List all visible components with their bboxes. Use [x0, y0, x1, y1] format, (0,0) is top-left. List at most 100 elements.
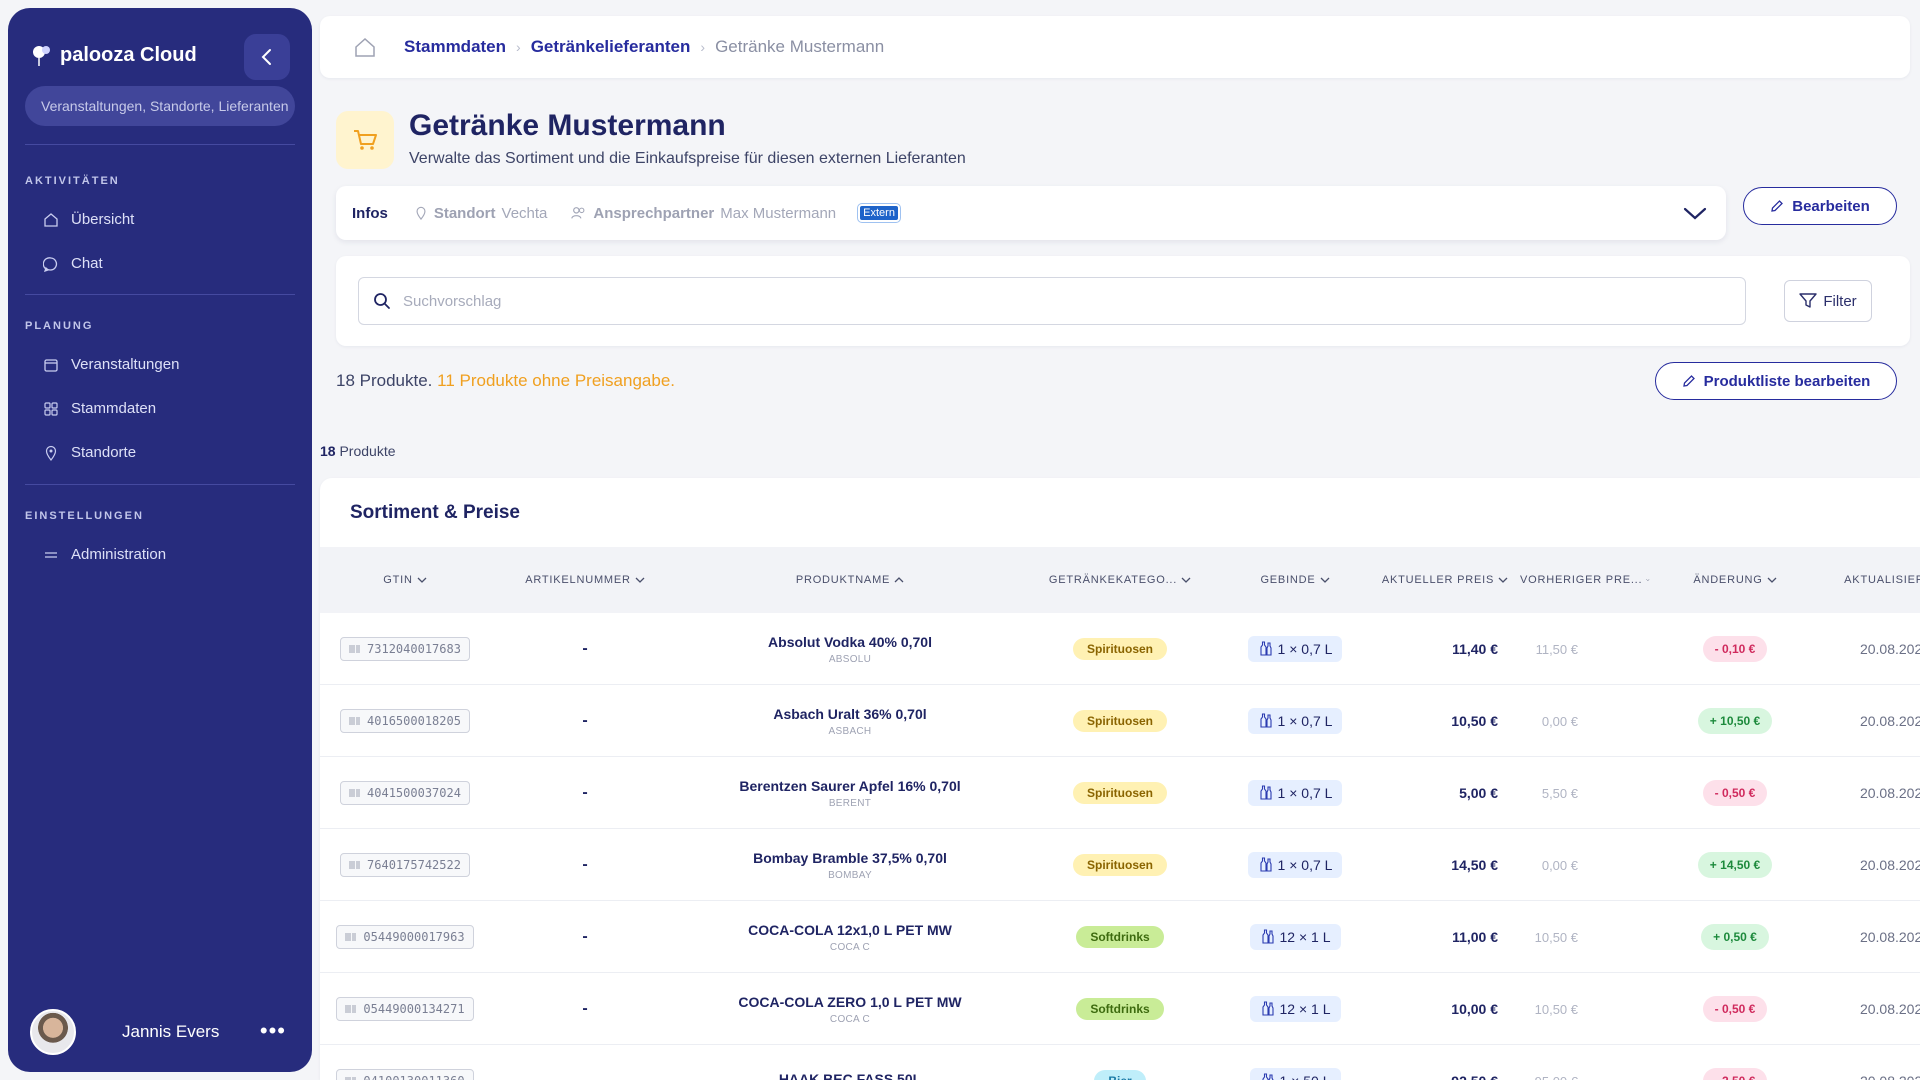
collapse-sidebar-button[interactable] [244, 34, 290, 80]
search-input[interactable] [403, 292, 1703, 310]
pencil-icon [1771, 200, 1784, 212]
edit-product-list-button[interactable]: Produktliste bearbeiten [1655, 362, 1897, 400]
chevron-right-icon: › [516, 39, 521, 55]
column-header[interactable]: PRODUKTNAME [680, 547, 1020, 613]
gtin-chip[interactable]: 4041500037024 [340, 781, 470, 805]
filter-button[interactable]: Filter [1784, 280, 1872, 322]
price-change-badge: - 0,50 € [1702, 780, 1768, 806]
table-row[interactable]: 7640175742522 - Bombay Bramble 37,5% 0,70l… [320, 829, 1920, 901]
table-cell: 20.08.2026 [1820, 901, 1920, 973]
current-price: 92,50 € [1451, 1073, 1498, 1080]
table-row[interactable]: 4041500037024 - Berentzen Saurer Apfel 16%… [320, 757, 1920, 829]
product-name: HAAK BEC FASS 50L [778, 1071, 922, 1080]
previous-price: 10,50 € [1534, 929, 1578, 945]
category-badge: Softdrinks [1076, 926, 1164, 948]
brand-logo[interactable]: palooza Cloud [32, 44, 197, 67]
table-product-count: 18 Produkte [320, 443, 396, 459]
table-cell: 05449000134271 [320, 973, 490, 1045]
sidebar-item-chat[interactable]: Chat [43, 255, 103, 272]
sidebar-item-veranstaltungen[interactable]: Veranstaltungen [43, 356, 179, 373]
table-row[interactable]: 05449000134271 - COCA-COLA ZERO 1,0 L PET … [320, 973, 1920, 1045]
sidebar-search-input[interactable]: Veranstaltungen, Standorte, Lieferanten [25, 86, 295, 126]
table-cell: 92,50 € [1370, 1045, 1520, 1080]
more-icon[interactable]: ••• [260, 1020, 286, 1042]
article-number: - [582, 640, 588, 657]
table-cell: 11,00 € [1370, 901, 1520, 973]
article-number: - [582, 928, 588, 945]
column-header[interactable]: ÄNDERUNG [1650, 547, 1820, 613]
bottles-icon [1259, 713, 1272, 728]
gtin-value: 05449000134271 [363, 1002, 465, 1016]
column-header[interactable]: GEBINDE [1220, 547, 1370, 613]
table-cell: 20.08.2026 [1820, 973, 1920, 1045]
sidebar-item-uebersicht[interactable]: Übersicht [43, 211, 134, 228]
table-cell: Asbach Uralt 36% 0,70l ASBACH [680, 685, 1020, 757]
gebinde-value: 1 × 0,7 L [1277, 713, 1333, 729]
current-price: 5,00 € [1459, 785, 1498, 801]
category-badge: Softdrinks [1076, 998, 1164, 1020]
table-cell: 5,00 € [1370, 757, 1520, 829]
edit-supplier-button[interactable]: Bearbeiten [1743, 187, 1897, 225]
table-cell: 95,00 € [1520, 1045, 1650, 1080]
table-cell: - [490, 829, 680, 901]
table-cell: Spirituosen [1020, 685, 1220, 757]
table-cell: 0,00 € [1520, 829, 1650, 901]
article-number: - [582, 712, 588, 729]
user-card[interactable]: Jannis Evers ••• [16, 1002, 304, 1062]
sidebar-item-stammdaten[interactable]: Stammdaten [43, 400, 156, 417]
product-brand: COCA C [829, 941, 871, 953]
tab-infos[interactable]: Infos [352, 205, 388, 222]
column-header[interactable]: VORHERIGER PRE... [1520, 547, 1650, 613]
table-row[interactable]: 7312040017683 - Absolut Vodka 40% 0,70l ABS… [320, 613, 1920, 685]
table-cell: Bier [1020, 1045, 1220, 1080]
breadcrumb-getraenkelieferanten[interactable]: Getränkelieferanten [531, 37, 691, 57]
column-header[interactable]: AKTUELLER PREIS [1370, 547, 1520, 613]
column-header[interactable]: AKTUALISIERT [1820, 547, 1920, 613]
gebinde-value: 12 × 1 L [1279, 929, 1331, 945]
chevron-down-icon[interactable] [1682, 201, 1708, 225]
column-header-label: AKTUALISIERT [1844, 574, 1920, 586]
gebinde-chip: 1 × 0,7 L [1247, 780, 1343, 806]
column-header-label: PRODUKTNAME [795, 574, 891, 586]
barcode-icon [349, 861, 360, 869]
gtin-chip[interactable]: 7312040017683 [340, 637, 470, 661]
column-header[interactable]: GETRÄNKEKATEGO... [1020, 547, 1220, 613]
table-row[interactable]: 04100130011360 - HAAK BEC FASS 50L Bier 1 × … [320, 1045, 1920, 1080]
product-brand: COCA C [829, 1013, 871, 1025]
sliders-icon [45, 551, 57, 558]
table-row[interactable]: 4016500018205 - Asbach Uralt 36% 0,70l ASBA… [320, 685, 1920, 757]
gebinde-value: 1 × 50 L [1280, 1073, 1331, 1080]
search-field[interactable] [358, 277, 1746, 325]
breadcrumb-stammdaten[interactable]: Stammdaten [404, 37, 506, 57]
column-header[interactable]: ARTIKELNUMMER [490, 547, 680, 613]
gtin-chip[interactable]: 7640175742522 [340, 853, 470, 877]
table-cell: - [490, 613, 680, 685]
home-icon[interactable] [354, 37, 376, 57]
table-row[interactable]: 05449000017963 - COCA-COLA 12x1,0 L PET MW… [320, 901, 1920, 973]
product-name: Absolut Vodka 40% 0,70l [768, 633, 932, 650]
table-cell: COCA-COLA ZERO 1,0 L PET MW COCA C [680, 973, 1020, 1045]
chevron-down-icon [1498, 577, 1508, 583]
sidebar-item-standorte[interactable]: Standorte [43, 444, 136, 461]
table-cell: Spirituosen [1020, 613, 1220, 685]
table-cell: + 14,50 € [1650, 829, 1820, 901]
table-cell: 20.08.2026 [1820, 757, 1920, 829]
table-cell: 20.08.2026 [1820, 685, 1920, 757]
gtin-chip[interactable]: 4016500018205 [340, 709, 470, 733]
article-number: - [582, 856, 588, 873]
user-name: Jannis Evers [122, 1022, 220, 1041]
table-cell: - 0,50 € [1650, 757, 1820, 829]
table-cell: 04100130011360 [320, 1045, 490, 1080]
sidebar-item-label: Chat [71, 255, 103, 272]
gebinde-value: 12 × 1 L [1279, 1001, 1331, 1017]
column-header-label: GEBINDE [1260, 574, 1316, 586]
gtin-chip[interactable]: 05449000134271 [336, 997, 474, 1021]
gtin-chip[interactable]: 04100130011360 [336, 1069, 474, 1080]
table-cell: Softdrinks [1020, 901, 1220, 973]
column-header[interactable]: GTIN [320, 547, 490, 613]
table-cell: - 0,10 € [1650, 613, 1820, 685]
users-icon [571, 207, 585, 219]
sidebar-item-administration[interactable]: Administration [43, 546, 166, 563]
gtin-chip[interactable]: 05449000017963 [336, 925, 474, 949]
product-name: COCA-COLA ZERO 1,0 L PET MW [738, 993, 962, 1010]
